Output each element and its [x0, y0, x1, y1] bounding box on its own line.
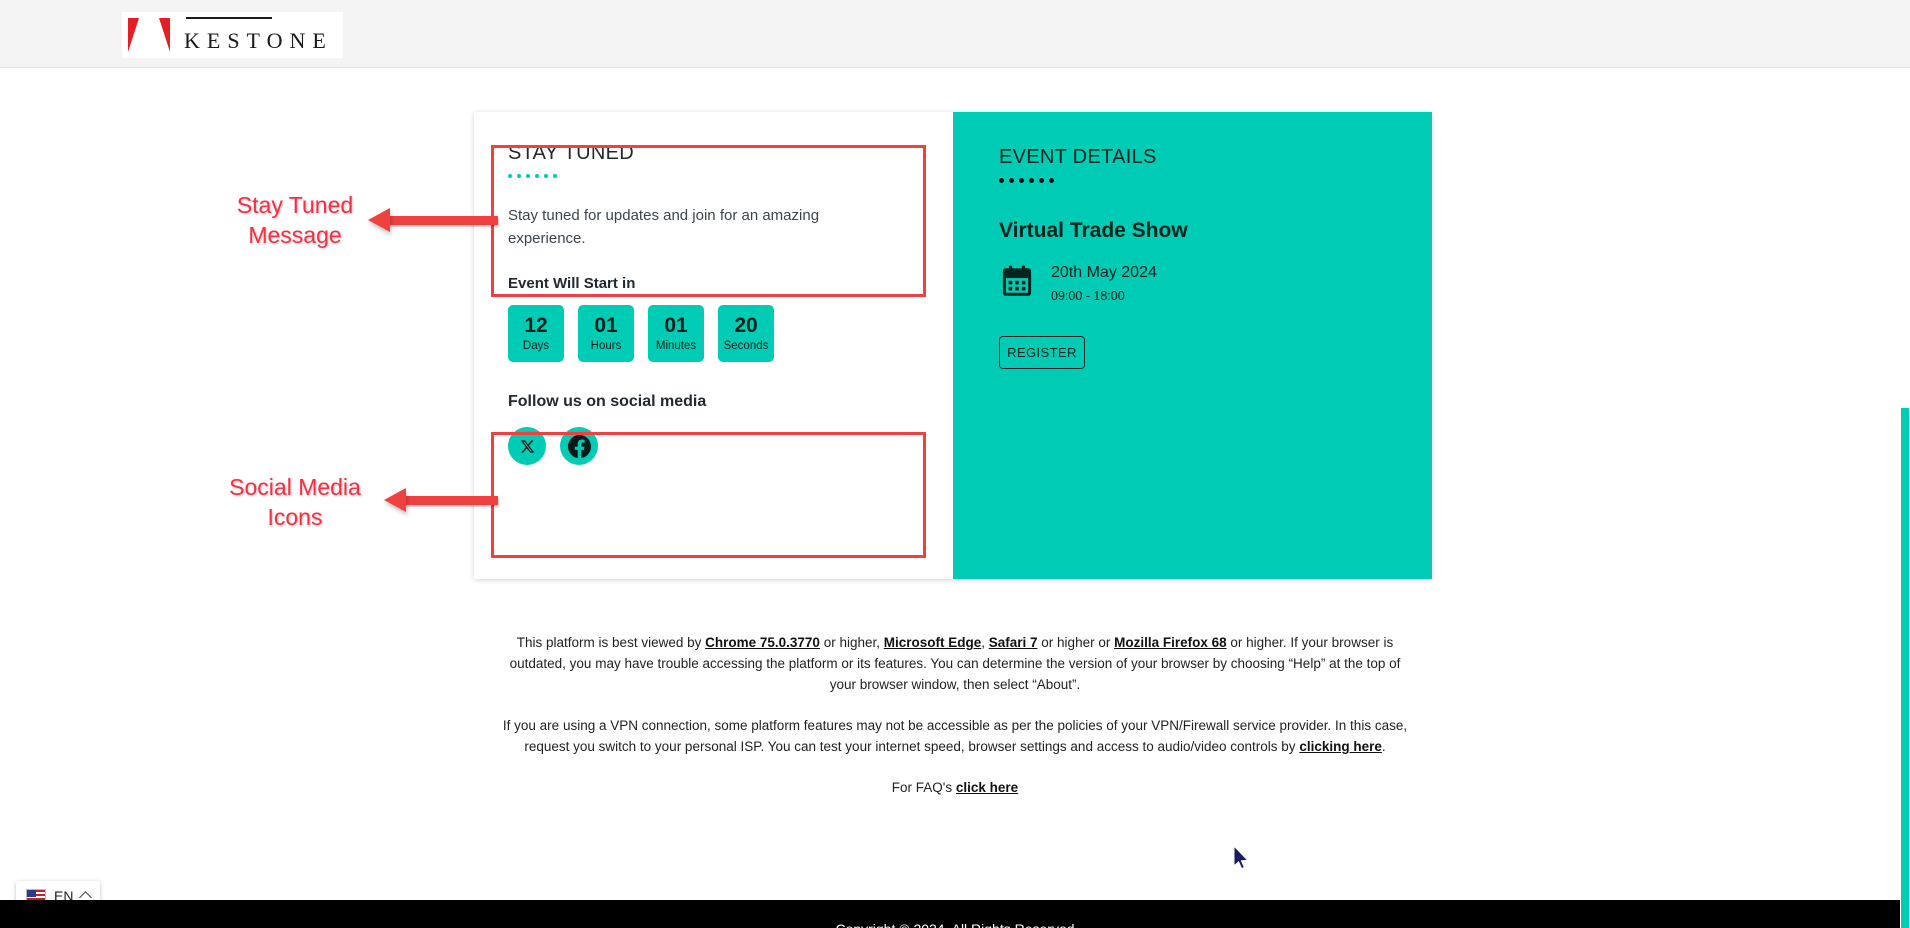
social-media-icons — [508, 427, 919, 465]
safari-link[interactable]: Safari 7 — [989, 635, 1038, 650]
countdown-hours-value: 01 — [594, 314, 618, 337]
card-left-panel: STAY TUNED Stay tuned for updates and jo… — [474, 112, 953, 579]
register-button[interactable]: REGISTER — [999, 336, 1085, 369]
edge-link[interactable]: Microsoft Edge — [884, 635, 982, 650]
countdown-days-value: 12 — [524, 314, 548, 337]
firefox-link[interactable]: Mozilla Firefox 68 — [1114, 635, 1227, 650]
countdown-days-label: Days — [522, 340, 550, 352]
kestone-logo-mark-icon — [128, 16, 170, 54]
twitter-x-button[interactable] — [508, 427, 546, 465]
faq-link[interactable]: click here — [956, 780, 1018, 795]
copyright-text: Copyright © 2024, All Rights Reserved — [835, 921, 1074, 928]
logo-overline — [186, 16, 272, 19]
footer-p1-t3: , — [981, 635, 989, 650]
footer-paragraph-faq: For FAQ's click here — [500, 777, 1410, 798]
calendar-icon — [1002, 265, 1032, 296]
footer-notes: This platform is best viewed by Chrome 7… — [500, 632, 1410, 798]
event-details-panel: EVENT DETAILS Virtual Trade Show 20th Ma… — [953, 112, 1432, 579]
countdown-minutes-value: 01 — [664, 314, 688, 337]
countdown-hours: 01 Hours — [578, 305, 634, 362]
clicking-here-link[interactable]: clicking here — [1299, 739, 1382, 754]
event-date-block: 20th May 2024 09:00 - 18:00 — [999, 264, 1432, 303]
countdown-days: 12 Days — [508, 305, 564, 362]
annotation-arrow-social — [384, 488, 498, 512]
countdown-hours-label: Hours — [590, 340, 622, 352]
page-scrollbar-track[interactable] — [1900, 68, 1910, 928]
countdown-seconds-label: Seconds — [723, 340, 769, 352]
event-date: 20th May 2024 — [1051, 264, 1157, 281]
facebook-button[interactable] — [560, 427, 598, 465]
social-media-title: Follow us on social media — [508, 393, 707, 410]
footer-paragraph-browsers: This platform is best viewed by Chrome 7… — [500, 632, 1410, 695]
title-dots-decoration — [508, 174, 919, 178]
footer-p1-t4: or higher or — [1037, 635, 1115, 650]
stay-tuned-title: STAY TUNED — [508, 142, 634, 164]
kestone-logo[interactable]: KESTONE — [122, 12, 343, 58]
event-card: STAY TUNED Stay tuned for updates and jo… — [474, 112, 1432, 579]
countdown-minutes-label: Minutes — [655, 340, 697, 352]
site-header: KESTONE — [0, 0, 1910, 68]
stay-tuned-body: Stay tuned for updates and join for an a… — [508, 207, 820, 247]
logo-wordmark: KESTONE — [184, 27, 333, 53]
annotation-arrow-stay-tuned — [368, 208, 498, 232]
countdown-minutes: 01 Minutes — [648, 305, 704, 362]
countdown-timer: 12 Days 01 Hours 01 Minutes 20 Seconds — [508, 305, 919, 362]
countdown-seconds: 20 Seconds — [718, 305, 774, 362]
countdown-seconds-value: 20 — [734, 314, 758, 337]
footer-p1-t2: or higher, — [819, 635, 884, 650]
footer-paragraph-vpn: If you are using a VPN connection, some … — [500, 715, 1410, 757]
chrome-link[interactable]: Chrome 75.0.3770 — [705, 635, 820, 650]
footer-p3-t1: For FAQ's — [891, 780, 956, 795]
event-details-dots-decoration — [999, 178, 1432, 183]
event-details-title: EVENT DETAILS — [999, 146, 1157, 168]
footer-p2-t2: . — [1381, 739, 1386, 754]
page-scrollbar-thumb[interactable] — [1901, 408, 1909, 928]
copyright-bar: Copyright © 2024, All Rights Reserved — [0, 900, 1910, 928]
twitter-x-icon — [520, 439, 534, 453]
countdown-label: Event Will Start in — [508, 275, 636, 292]
footer-p2-t1: If you are using a VPN connection, some … — [502, 718, 1408, 754]
footer-p1-t1: This platform is best viewed by — [516, 635, 706, 650]
mouse-cursor — [1233, 845, 1249, 870]
event-name: Virtual Trade Show — [999, 219, 1188, 242]
facebook-icon — [567, 434, 591, 458]
event-time: 09:00 - 18:00 — [1051, 289, 1125, 303]
